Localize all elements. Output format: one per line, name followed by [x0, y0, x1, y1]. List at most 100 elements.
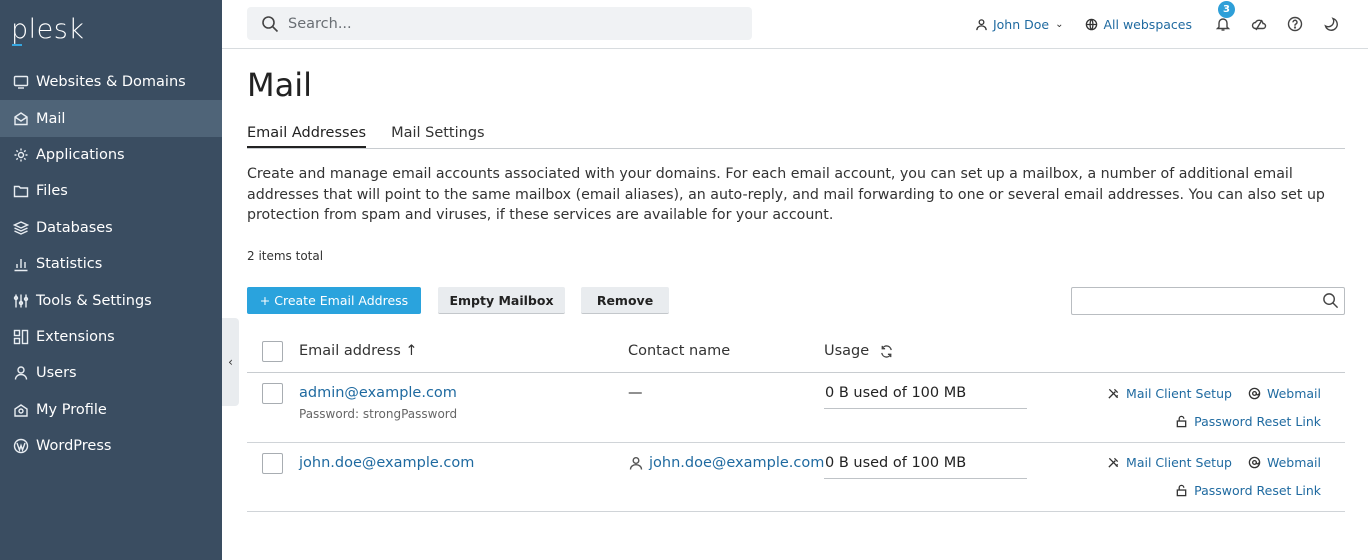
- sliders-icon: [12, 292, 30, 310]
- sidebar-item-label: My Profile: [36, 401, 107, 418]
- tab-mail-settings[interactable]: Mail Settings: [391, 125, 485, 148]
- refresh-icon[interactable]: [879, 344, 894, 359]
- bell-icon: [1215, 18, 1231, 31]
- contact-name: john.doe@example.com: [649, 454, 825, 471]
- sidebar-item-label: Users: [36, 365, 77, 382]
- contact-name-link[interactable]: john.doe@example.com: [629, 455, 824, 471]
- usage-value: 0 B used of 100 MB: [825, 454, 967, 471]
- user-icon: [976, 18, 987, 30]
- sidebar-item-wordpress[interactable]: WordPress: [0, 428, 222, 464]
- row-checkbox[interactable]: [262, 383, 283, 404]
- logo-underline: [12, 44, 22, 46]
- lock-icon: [1176, 415, 1187, 427]
- webmail-label: Webmail: [1266, 385, 1321, 401]
- table-row: john.doe@example.com john.doe@example.co…: [247, 443, 1345, 512]
- help-button[interactable]: [1286, 15, 1304, 33]
- sidebar-item-label: Tools & Settings: [36, 292, 152, 309]
- password-reset-link[interactable]: Password Reset Link: [1175, 483, 1321, 498]
- bar-chart-icon: [12, 255, 30, 273]
- sidebar-item-label: Extensions: [36, 328, 115, 345]
- create-email-address-button[interactable]: + Create Email Address: [247, 287, 421, 314]
- sidebar-item-extensions[interactable]: Extensions: [0, 319, 222, 355]
- page-title: Mail: [247, 66, 312, 104]
- password-reset-label: Password Reset Link: [1194, 413, 1321, 429]
- sidebar-item-my-profile[interactable]: My Profile: [0, 392, 222, 428]
- password-reset-link[interactable]: Password Reset Link: [1175, 414, 1321, 429]
- sidebar-collapse-button[interactable]: ‹: [222, 318, 239, 406]
- sidebar-item-databases[interactable]: Databases: [0, 210, 222, 246]
- usage-bar: [824, 408, 1027, 409]
- profile-icon: [12, 401, 30, 419]
- notifications-button[interactable]: 3: [1214, 1, 1235, 33]
- plesk-logo[interactable]: plesk: [11, 14, 84, 45]
- user-icon: [629, 456, 643, 470]
- contact-name: —: [628, 385, 643, 401]
- webmail-icon: [1248, 456, 1261, 469]
- webmail-link[interactable]: Webmail: [1248, 386, 1321, 401]
- mail-client-setup-link[interactable]: Mail Client Setup: [1107, 386, 1232, 401]
- email-link[interactable]: john.doe@example.com: [299, 455, 474, 471]
- remove-button[interactable]: Remove: [581, 287, 669, 314]
- notification-count-badge: 3: [1218, 1, 1235, 18]
- column-header-usage: Usage: [824, 343, 894, 359]
- sidebar-item-label: Statistics: [36, 256, 103, 273]
- filter-search-input[interactable]: [1071, 287, 1345, 315]
- webmail-icon: [1248, 387, 1261, 399]
- sidebar-item-label: Websites & Domains: [36, 74, 186, 91]
- sidebar-item-mail[interactable]: Mail: [0, 100, 222, 137]
- sidebar-item-files[interactable]: Files: [0, 173, 222, 209]
- user-name: John Doe: [992, 16, 1050, 32]
- sidebar-item-websites-domains[interactable]: Websites & Domains: [0, 64, 222, 100]
- table-row: admin@example.com Password: strongPasswo…: [247, 373, 1345, 443]
- tools-icon: [1108, 388, 1119, 399]
- topbar-actions: John Doe ⌄ All webspaces 3: [953, 0, 1340, 48]
- usage-bar: [824, 477, 1027, 479]
- table-header: Email address ↑ Contact name Usage: [247, 333, 1345, 373]
- usage-value: 0 B used of 100 MB: [825, 385, 967, 401]
- lock-icon: [1176, 484, 1187, 497]
- sidebar-item-label: Databases: [36, 219, 113, 236]
- cloud-button[interactable]: [1250, 15, 1268, 33]
- sidebar: plesk Websites & Domains Mail Applicatio…: [0, 0, 222, 560]
- globe-icon: [1086, 18, 1098, 30]
- webspaces-selector[interactable]: All webspaces: [1085, 17, 1192, 32]
- tab-bar: Email Addresses Mail Settings: [247, 125, 1345, 149]
- sidebar-item-label: Applications: [36, 146, 125, 163]
- mail-client-setup-label: Mail Client Setup: [1126, 385, 1232, 401]
- sidebar-item-statistics[interactable]: Statistics: [0, 246, 222, 282]
- moon-icon: [1324, 17, 1338, 31]
- tab-email-addresses[interactable]: Email Addresses: [247, 125, 367, 148]
- sidebar-item-users[interactable]: Users: [0, 355, 222, 391]
- theme-toggle[interactable]: [1322, 15, 1340, 33]
- webspaces-label: All webspaces: [1103, 16, 1192, 32]
- blocks-icon: [12, 328, 30, 346]
- mail-client-setup-link[interactable]: Mail Client Setup: [1107, 455, 1232, 470]
- search-input[interactable]: Search...: [247, 7, 752, 40]
- sidebar-item-tools-settings[interactable]: Tools & Settings: [0, 282, 222, 318]
- row-checkbox[interactable]: [262, 452, 283, 474]
- folder-icon: [12, 182, 30, 200]
- monitor-icon: [12, 73, 30, 91]
- topbar: Search... John Doe ⌄ All webspaces 3: [222, 0, 1368, 49]
- help-icon: [1287, 16, 1303, 32]
- wordpress-icon: [12, 437, 30, 455]
- mail-client-setup-label: Mail Client Setup: [1126, 455, 1232, 470]
- sidebar-item-label: WordPress: [36, 438, 112, 455]
- cloud-icon: [1251, 19, 1267, 31]
- items-total: 2 items total: [247, 249, 324, 263]
- email-link[interactable]: admin@example.com: [299, 385, 457, 401]
- webmail-link[interactable]: Webmail: [1248, 455, 1321, 470]
- empty-mailbox-button[interactable]: Empty Mailbox: [438, 287, 565, 314]
- sidebar-item-applications[interactable]: Applications: [0, 137, 222, 173]
- envelope-icon: [12, 110, 30, 128]
- sidebar-item-label: Mail: [36, 110, 66, 127]
- user-menu[interactable]: John Doe ⌄: [975, 16, 1063, 32]
- search-placeholder: Search...: [288, 15, 352, 32]
- password-reset-label: Password Reset Link: [1194, 483, 1321, 498]
- row-actions: Mail Client Setup Webmail Password Reset…: [1091, 385, 1321, 429]
- column-header-email[interactable]: Email address ↑: [299, 343, 418, 359]
- search-icon: [1323, 293, 1339, 309]
- webmail-label: Webmail: [1266, 455, 1321, 470]
- select-all-checkbox[interactable]: [262, 341, 283, 362]
- user-icon: [12, 364, 30, 382]
